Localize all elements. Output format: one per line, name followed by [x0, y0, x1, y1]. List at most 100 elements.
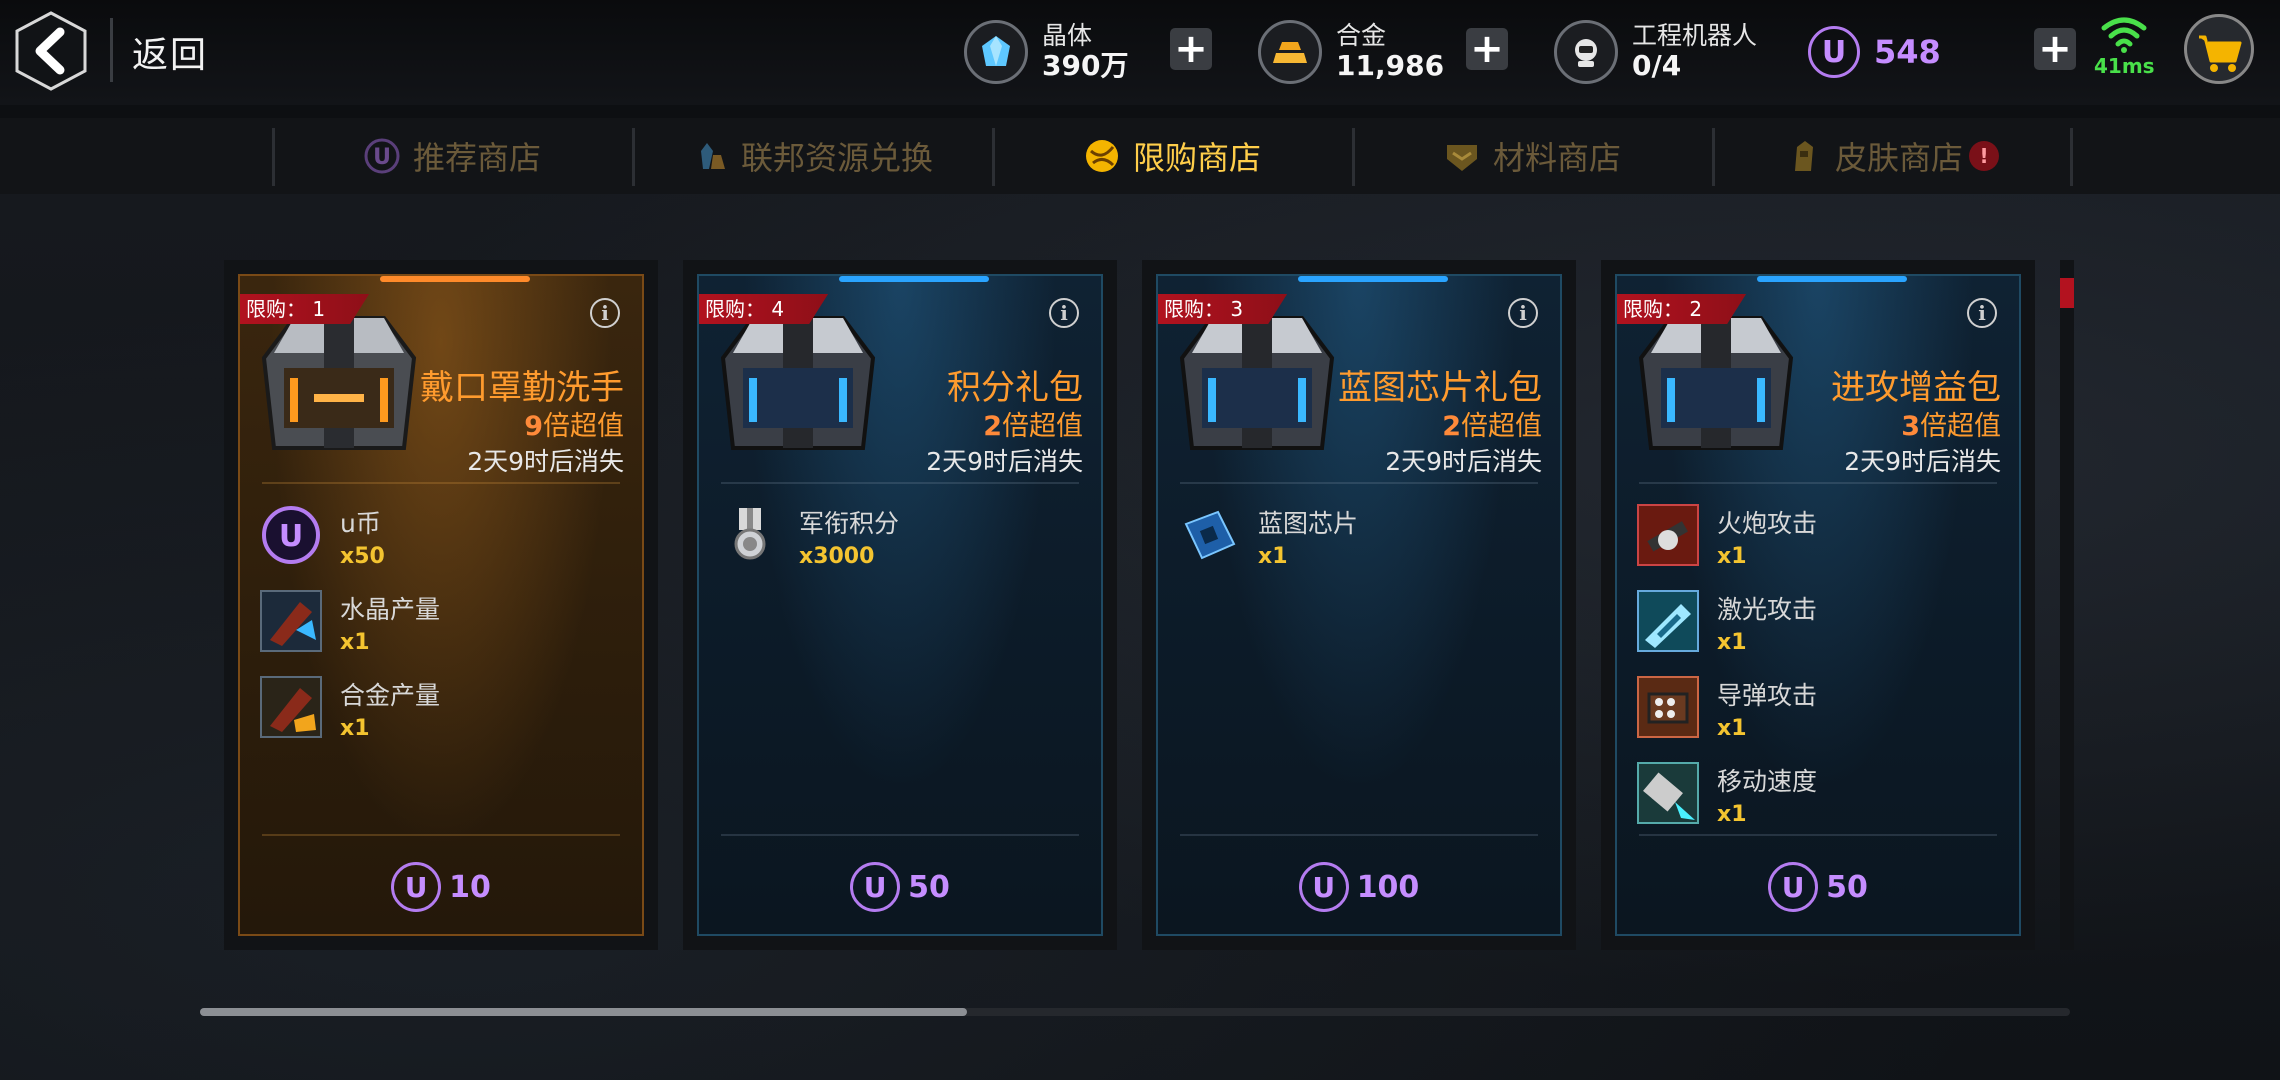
card-glow: [380, 276, 530, 282]
back-label[interactable]: 返回: [132, 26, 208, 78]
blueprint-chip-icon: [1178, 504, 1240, 566]
item-list: U u币 x50 水晶产量 x1 合金产量 x1: [260, 504, 622, 762]
divider: [262, 482, 620, 484]
list-item: 火炮攻击 x1: [1637, 504, 1999, 590]
tab-materials-shop[interactable]: 材料商店: [1354, 118, 1710, 194]
multiplier-number: 2: [1442, 411, 1461, 442]
resource-alloy: 合金 11,986: [1258, 14, 1444, 90]
u-coin-icon: U: [260, 504, 322, 566]
divider: [1639, 482, 1997, 484]
buy-button[interactable]: U 50: [699, 862, 1101, 912]
tab-divider: [2070, 128, 2073, 186]
skin-icon: [1785, 137, 1823, 175]
item-quantity: x1: [340, 716, 370, 741]
package-card-attack-boost[interactable]: 限购： 2 i 进攻增益包 3倍超值 2天9时后消失 火炮攻击 x1 激光攻击 …: [1601, 260, 2035, 950]
shop-tabs: U 推荐商店 联邦资源兑换 限购商店 材料商店 皮肤商店 !: [0, 118, 2280, 194]
missile-attack-icon: [1637, 676, 1699, 738]
multiplier-number: 3: [1901, 411, 1920, 442]
card-glow: [839, 276, 989, 282]
package-card-mask-handwash[interactable]: 限购： 1 i 戴口罩勤洗手 9倍超值 2天9时后消失 U u币 x50 水晶产…: [224, 260, 658, 950]
ping-text: 41ms: [2094, 54, 2155, 78]
info-icon[interactable]: i: [590, 298, 620, 328]
list-item: 水晶产量 x1: [260, 590, 622, 676]
buy-button[interactable]: U 10: [240, 862, 642, 912]
u-coin-icon: U: [391, 862, 442, 912]
scroll-thumb[interactable]: [200, 1008, 967, 1016]
list-item: 导弹攻击 x1: [1637, 676, 1999, 762]
package-card-points[interactable]: 限购： 4 i 积分礼包 2倍超值 2天9时后消失 军衔积分 x3000 U 5…: [683, 260, 1117, 950]
robot-value: 0/4: [1632, 49, 1682, 83]
expiry-time: 2天9时后消失: [467, 447, 624, 476]
list-item: 蓝图芯片 x1: [1178, 504, 1540, 590]
horizontal-scrollbar[interactable]: [200, 1008, 2070, 1016]
resource-crystal: 晶体 390万: [964, 14, 1128, 90]
buy-button[interactable]: U 100: [1158, 862, 1560, 912]
alloy-icon: [1258, 20, 1322, 84]
value-multiplier: 2倍超值: [1442, 404, 1542, 443]
list-item: 激光攻击 x1: [1637, 590, 1999, 676]
multiplier-text: 倍超值: [1461, 411, 1542, 442]
resource-robot: 工程机器人 0/4: [1554, 14, 1757, 90]
robot-label: 工程机器人: [1632, 20, 1758, 50]
expiry-time: 2天9时后消失: [1385, 447, 1542, 476]
item-name: 激光攻击: [1717, 595, 1818, 624]
tab-limited-shop[interactable]: 限购商店: [994, 118, 1350, 194]
crystal-icon: [964, 20, 1028, 84]
tab-federation-exchange[interactable]: 联邦资源兑换: [634, 118, 990, 194]
robot-icon: [1554, 20, 1618, 84]
item-name: 军衔积分: [799, 509, 900, 538]
add-ucoin-button[interactable]: +: [2034, 28, 2076, 70]
alloy-label: 合金: [1336, 20, 1387, 50]
divider: [110, 18, 113, 82]
add-crystal-button[interactable]: +: [1170, 28, 1212, 70]
item-quantity: x1: [1717, 544, 1747, 569]
item-quantity: x3000: [799, 544, 875, 569]
divider: [721, 834, 1079, 836]
tab-label: 推荐商店: [412, 139, 541, 177]
cart-icon: [2199, 35, 2242, 72]
item-name: 导弹攻击: [1717, 681, 1818, 710]
alloy-value: 11,986: [1336, 49, 1445, 83]
item-name: 水晶产量: [340, 595, 441, 624]
laser-attack-icon: [1637, 590, 1699, 652]
u-coin-icon: U: [1768, 862, 1819, 912]
shop-cart-button[interactable]: [2184, 14, 2254, 84]
limit-tag: 限购： 3: [1158, 294, 1288, 324]
back-arrow-icon: [15, 11, 87, 91]
card-glow: [1298, 276, 1448, 282]
package-card-partial[interactable]: [2060, 260, 2074, 950]
tab-skin-shop[interactable]: 皮肤商店 !: [1714, 118, 2070, 194]
top-bar: 返回 晶体 390万 + 合金 11,986 + 工程机器人 0/4 U 548…: [0, 0, 2280, 105]
item-quantity: x1: [1258, 544, 1288, 569]
alloy-production-icon: [260, 676, 322, 738]
value-multiplier: 3倍超值: [1901, 404, 2001, 443]
divider: [1180, 482, 1538, 484]
package-name: 戴口罩勤洗手: [420, 368, 624, 408]
expiry-time: 2天9时后消失: [926, 447, 1083, 476]
notification-badge: !: [1969, 141, 1999, 171]
u-coin-icon: U: [850, 862, 901, 912]
tab-label: 联邦资源兑换: [740, 139, 933, 177]
back-button[interactable]: [14, 10, 88, 92]
info-icon[interactable]: i: [1967, 298, 1997, 328]
package-card-blueprint-chip[interactable]: 限购： 3 i 蓝图芯片礼包 2倍超值 2天9时后消失 蓝图芯片 x1 U 10…: [1142, 260, 1576, 950]
wifi-icon: [2101, 17, 2147, 53]
u-coin-icon: U: [1298, 862, 1349, 912]
expiry-time: 2天9时后消失: [1844, 447, 2001, 476]
add-alloy-button[interactable]: +: [1466, 28, 1508, 70]
limit-tag: 限购： 1: [240, 294, 370, 324]
list-item: 合金产量 x1: [260, 676, 622, 762]
multiplier-text: 倍超值: [1920, 411, 2001, 442]
item-list: 火炮攻击 x1 激光攻击 x1 导弹攻击 x1 移动速度 x1: [1637, 504, 1999, 848]
multiplier-number: 2: [983, 411, 1002, 442]
info-icon[interactable]: i: [1508, 298, 1538, 328]
buy-button[interactable]: U 50: [1617, 862, 2019, 912]
crystal-production-icon: [260, 590, 322, 652]
svg-text:U: U: [279, 519, 303, 554]
multiplier-text: 倍超值: [1002, 411, 1083, 442]
tab-recommended-shop[interactable]: U 推荐商店: [274, 118, 630, 194]
limit-tag: 限购： 2: [1617, 294, 1747, 324]
resources-icon: [691, 137, 729, 175]
item-name: 蓝图芯片: [1258, 509, 1359, 538]
info-icon[interactable]: i: [1049, 298, 1079, 328]
